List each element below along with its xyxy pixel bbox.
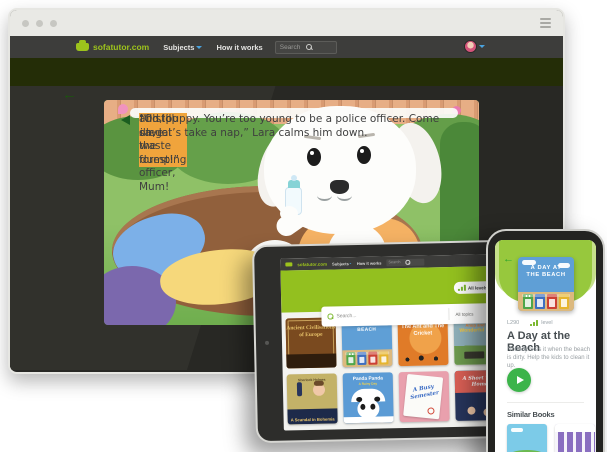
avatar[interactable] <box>464 40 477 53</box>
phone-screen: ← A DAY AT THE BEACH L290 level A Day at… <box>495 240 596 452</box>
nav-subjects[interactable]: Subjects <box>332 261 352 266</box>
browser-titlebar <box>10 10 563 36</box>
hamburger-icon[interactable] <box>540 18 551 28</box>
window-controls[interactable] <box>22 20 57 27</box>
book-cover[interactable]: Sherlock Holmes A Scandal in Bohemia <box>287 373 338 424</box>
search-input[interactable]: Search <box>275 41 337 54</box>
book-cover[interactable]: Panda Panda A Rainy Day <box>343 372 394 423</box>
cover-art <box>344 416 394 423</box>
back-arrow-icon[interactable]: ← <box>62 86 77 103</box>
baby-bottle-nipple <box>291 175 297 181</box>
similar-book-cover[interactable]: Bob's <box>507 424 547 452</box>
nav-subjects[interactable]: Subjects <box>163 43 202 52</box>
level-icon <box>530 320 538 326</box>
figure-art <box>467 407 475 415</box>
search-icon <box>327 313 333 319</box>
level-label: level <box>541 320 552 326</box>
book-subtitle: A Rainy Day <box>343 381 393 386</box>
puppy-eye <box>307 148 321 166</box>
user-menu[interactable] <box>464 40 485 53</box>
cart-art <box>464 351 484 358</box>
level-row: L290 level <box>507 320 553 326</box>
chevron-down-icon <box>196 46 202 49</box>
sofa-icon <box>76 43 89 51</box>
search-placeholder: Search <box>280 44 306 51</box>
levels-icon <box>458 285 466 291</box>
search-icon[interactable] <box>306 44 332 50</box>
baby-bottle-cap <box>288 180 300 188</box>
book-title: A Scandal in Bohemia <box>288 416 338 422</box>
logo-text: sofatutor.com <box>93 42 149 52</box>
library-search-bar[interactable]: Search... All topics <box>321 303 507 327</box>
bins-art <box>518 292 574 311</box>
page-header-band <box>10 58 563 86</box>
window-dot[interactable] <box>36 20 43 27</box>
chevron-down-icon <box>350 263 352 264</box>
similar-books-heading: Similar Books <box>507 410 554 419</box>
book-title: The Ant and The Cricket <box>398 323 448 337</box>
search-placeholder: Search... <box>336 313 356 319</box>
cloud-art <box>522 260 536 265</box>
puppy-mouth <box>337 190 352 201</box>
similar-books-row: Bob's <box>507 424 595 452</box>
speech-marker-icon <box>121 115 130 125</box>
book-description: Nobody likes it when the beach is dirty.… <box>507 346 591 370</box>
window-dot[interactable] <box>22 20 29 27</box>
sofatutor-logo[interactable]: sofatutor.com <box>76 42 149 52</box>
flower-art <box>118 104 128 114</box>
sofa-icon <box>285 262 292 267</box>
marketing-composite: sofatutor.com Subjects How it works Sear… <box>0 0 607 452</box>
puppy-paw <box>280 206 298 221</box>
cover-art <box>286 353 336 368</box>
search-field[interactable]: Search... <box>321 311 448 320</box>
cloud-art <box>511 428 523 432</box>
ants-art <box>402 353 444 362</box>
book-subtitle: Sherlock Holmes <box>287 377 337 382</box>
similar-book-cover[interactable] <box>555 424 595 452</box>
cover-art <box>555 424 595 432</box>
logo-text[interactable]: sofatutor.com <box>297 261 327 267</box>
bins-art <box>342 349 392 367</box>
book-cover[interactable]: A Busy Semester <box>399 371 450 422</box>
site-navbar: sofatutor.com Subjects How it works Sear… <box>10 36 563 58</box>
phone-device: ← A DAY AT THE BEACH L290 level A Day at… <box>486 229 605 452</box>
nav-how-it-works[interactable]: How it works <box>357 260 382 266</box>
search-icon <box>405 260 422 264</box>
book-grid: Ancient Civilisations of Europe A Day at… <box>286 314 506 425</box>
window-dot[interactable] <box>50 20 57 27</box>
lexile-code: L290 <box>507 320 519 326</box>
puppy-mouth <box>317 190 332 201</box>
search-input[interactable]: Search <box>386 258 424 266</box>
divider <box>507 402 584 403</box>
cloud-art <box>558 263 570 268</box>
puppy-eye <box>357 146 371 164</box>
story-paragraph-2: “Oh, puppy. You’re too young to be a pol… <box>139 113 458 140</box>
story-text-box: “Then I’ll be the police officer, Mum! I… <box>130 108 458 118</box>
cover-art <box>297 382 302 396</box>
tablet-camera <box>265 341 269 345</box>
play-button[interactable] <box>507 368 531 392</box>
cover-art <box>313 384 325 396</box>
book-cover-detail: A DAY AT THE BEACH <box>518 257 574 311</box>
nav-how-it-works[interactable]: How it works <box>216 43 262 52</box>
play-icon <box>517 376 524 384</box>
chevron-down-icon <box>479 45 485 48</box>
back-arrow-icon[interactable]: ← <box>503 253 514 265</box>
